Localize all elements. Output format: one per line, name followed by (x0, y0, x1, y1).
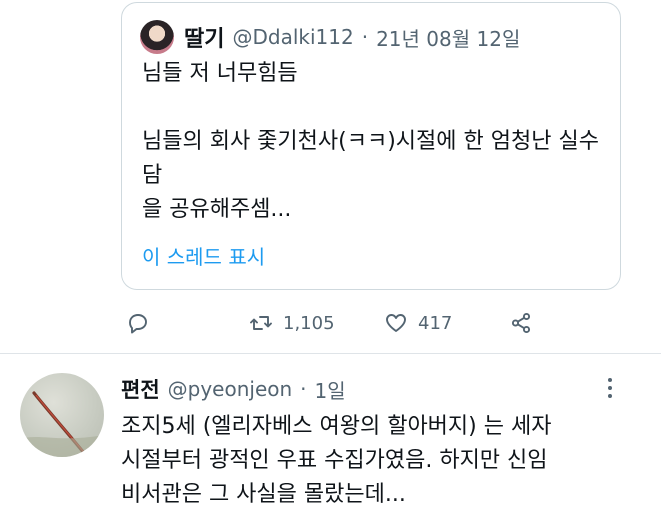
reply-tweet-header: 편전 @pyeonjeon · 1일 (121, 372, 346, 406)
quoted-author-name[interactable]: 딸기 (184, 21, 224, 53)
retweet-button[interactable]: 1,105 (249, 305, 335, 341)
quoted-tweet-header: 딸기 @Ddalki112 · 21년 08월 12일 (140, 17, 520, 57)
tweet-divider (0, 353, 661, 354)
more-options-icon[interactable] (600, 372, 620, 406)
quoted-tweet-card[interactable]: 딸기 @Ddalki112 · 21년 08월 12일 님들 저 너무힘듬 님들… (121, 2, 621, 290)
show-thread-link[interactable]: 이 스레드 표시 (142, 241, 265, 270)
tweet-action-bar: 1,105 417 (121, 305, 621, 341)
reply-button[interactable] (126, 305, 150, 341)
reply-author-handle[interactable]: @pyeonjeon (168, 377, 293, 401)
separator-dot: · (300, 377, 307, 401)
quoted-author-handle[interactable]: @Ddalki112 (232, 25, 353, 49)
retweet-icon (250, 316, 272, 330)
avatar[interactable] (140, 20, 174, 54)
separator-dot: · (361, 25, 369, 49)
reply-avatar[interactable] (20, 373, 104, 457)
reply-icon (129, 314, 147, 334)
share-icon (511, 312, 531, 334)
quoted-tweet-text: 님들 저 너무힘듬 님들의 회사 좇기천사(ㅋㅋ)시절에 한 엄청난 실수담 을… (142, 61, 599, 222)
like-count: 417 (418, 312, 453, 334)
reply-author-name[interactable]: 편전 (121, 374, 160, 404)
quoted-tweet-date[interactable]: 21년 08월 12일 (376, 23, 520, 52)
reply-tweet-text: 조지5세 (엘리자베스 여왕의 할아버지) 는 세자 시절부터 광적인 우표 수… (121, 414, 552, 507)
reply-tweet-time[interactable]: 1일 (315, 375, 346, 404)
heart-icon (386, 314, 406, 332)
retweet-count: 1,105 (283, 312, 335, 334)
like-button[interactable]: 417 (384, 305, 452, 341)
share-button[interactable] (509, 305, 533, 341)
